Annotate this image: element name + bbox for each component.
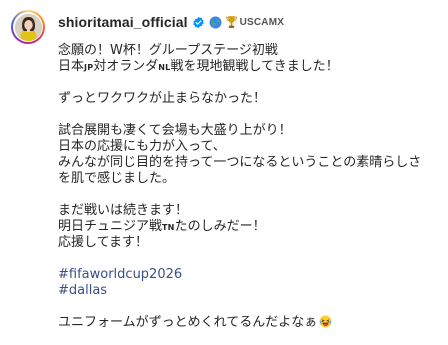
caption-line: 念願の！W杯！グループステージ初戦 [58, 43, 278, 58]
flag-code-tn: TN [162, 223, 175, 232]
caption-line: 試合展開も凄くて会場も大盛り上がり！ [58, 123, 292, 138]
caption-text: 念願の！W杯！グループステージ初戦 日本JP対オランダNL戦を現地観戦してきまし… [58, 43, 443, 331]
globe-icon [209, 16, 222, 29]
extra-tag: USCAMX [239, 16, 285, 28]
caption-text-segment: 日本 [58, 59, 85, 74]
avatar-border [13, 12, 43, 42]
avatar-photo [14, 13, 42, 41]
caption-line: みんなが同じ目的を持って一つになるということの素晴らしさ [58, 155, 422, 170]
instagram-post-caption: shioritamai_official USCAMX 念願の！W杯！グループス… [0, 0, 448, 345]
avatar[interactable] [14, 13, 42, 41]
caption-line: ユニフォームがずっとめくれてるんだよなぁ [58, 315, 443, 331]
username-link[interactable]: shioritamai_official [58, 14, 188, 30]
caption-text-segment: 戦を現地観戦してきました！ [170, 59, 339, 74]
caption-text-segment: 明日チュニジア戦 [58, 219, 163, 234]
hashtag-link[interactable]: #fifaworldcup2026 [58, 267, 443, 283]
hashtag-link[interactable]: #dallas [58, 283, 443, 299]
caption-line: を肌で感じました。 [58, 171, 176, 186]
avatar-story-ring[interactable] [11, 10, 45, 44]
caption-line: 明日チュニジア戦TNたのしみだー！ [58, 219, 443, 235]
caption-text-segment: ユニフォームがずっとめくれてるんだよなぁ [58, 315, 318, 330]
caption-line: まだ戦いは続きます！ [58, 203, 189, 218]
flag-code-jp: JP [84, 63, 94, 72]
caption-line: 日本の応援にも力が入って、 [58, 139, 226, 154]
trophy-icon [225, 15, 237, 29]
verified-badge-icon [192, 16, 205, 29]
caption-text-segment: たのしみだー！ [174, 219, 266, 234]
caption-line: 日本JP対オランダNL戦を現地観戦してきました！ [58, 59, 443, 75]
caption-line: 応援してます！ [58, 235, 148, 250]
caption-text-segment: 対オランダ [93, 59, 159, 74]
flag-code-nl: NL [158, 63, 171, 72]
caption-line: ずっとワクワクが止まらなかった！ [58, 91, 267, 106]
laughing-emoji-icon [319, 315, 332, 333]
post-header: shioritamai_official USCAMX [58, 12, 284, 32]
